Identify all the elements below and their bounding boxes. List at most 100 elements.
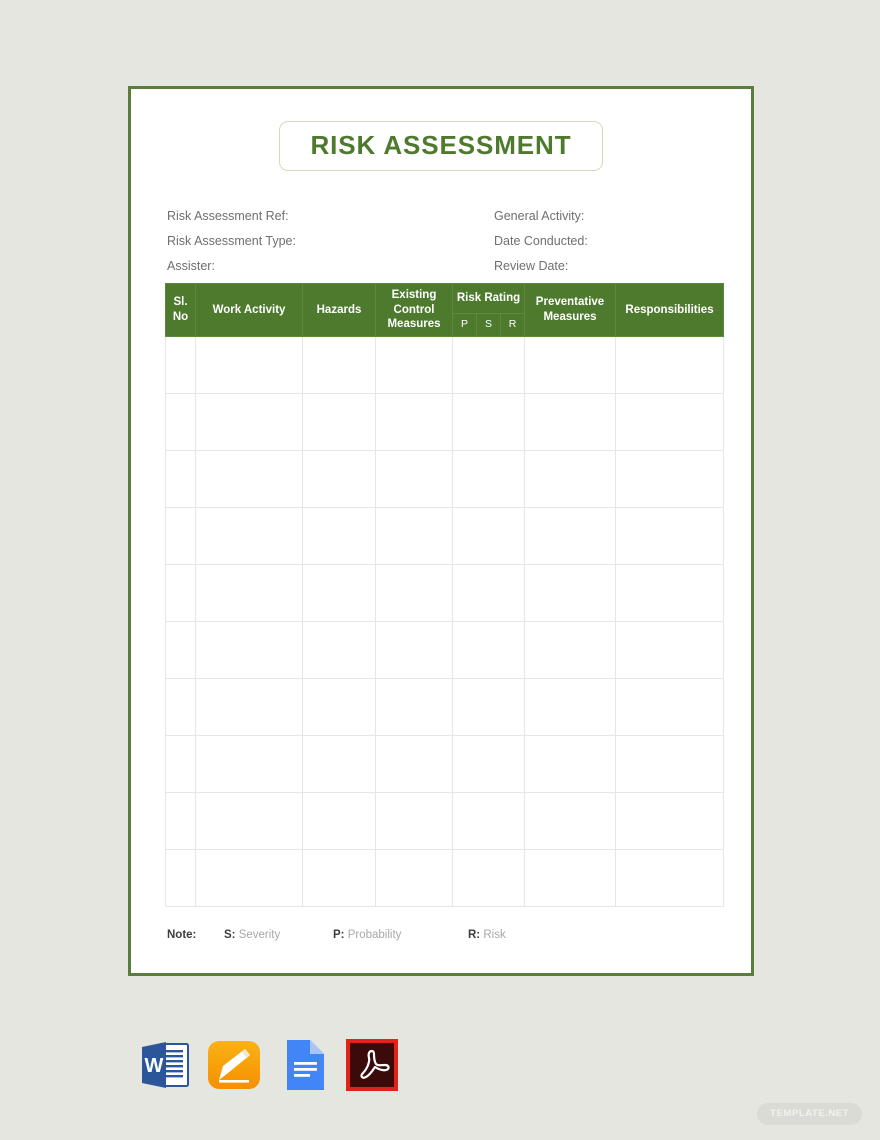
cell-existing-control-measures[interactable] xyxy=(375,393,453,452)
cell-sl-no[interactable] xyxy=(165,564,196,623)
cell-work-activity[interactable] xyxy=(195,393,303,452)
cell-risk-rating[interactable] xyxy=(452,621,525,680)
cell-preventative-measures[interactable] xyxy=(524,564,616,623)
cell-preventative-measures[interactable] xyxy=(524,450,616,509)
cell-responsibilities[interactable] xyxy=(615,735,724,794)
cell-preventative-measures[interactable] xyxy=(524,393,616,452)
cell-sl-no[interactable] xyxy=(165,450,196,509)
meta-column-left: Risk Assessment Ref: Risk Assessment Typ… xyxy=(167,204,296,279)
svg-text:W: W xyxy=(145,1055,164,1077)
note-value-probability: Probability xyxy=(347,929,402,941)
cell-existing-control-measures[interactable] xyxy=(375,792,453,851)
cell-responsibilities[interactable] xyxy=(615,849,724,908)
cell-hazards[interactable] xyxy=(302,735,376,794)
cell-existing-control-measures[interactable] xyxy=(375,564,453,623)
table-row xyxy=(165,621,724,680)
cell-sl-no[interactable] xyxy=(165,336,196,395)
cell-existing-control-measures[interactable] xyxy=(375,336,453,395)
cell-work-activity[interactable] xyxy=(195,507,303,566)
cell-existing-control-measures[interactable] xyxy=(375,507,453,566)
note-item-risk: R: Risk xyxy=(468,929,506,941)
cell-responsibilities[interactable] xyxy=(615,507,724,566)
cell-hazards[interactable] xyxy=(302,678,376,737)
cell-existing-control-measures[interactable] xyxy=(375,735,453,794)
cell-risk-rating[interactable] xyxy=(452,564,525,623)
note-label-group: Note: xyxy=(167,929,196,941)
table-row xyxy=(165,792,724,851)
cell-existing-control-measures[interactable] xyxy=(375,849,453,908)
col-header-preventative-measures: Preventative Measures xyxy=(524,282,616,338)
cell-hazards[interactable] xyxy=(302,336,376,395)
cell-responsibilities[interactable] xyxy=(615,792,724,851)
cell-sl-no[interactable] xyxy=(165,507,196,566)
note-key-severity: S: xyxy=(224,929,236,941)
col-header-risk-risk: R xyxy=(500,312,525,338)
col-header-risk-rating: Risk Rating xyxy=(452,283,525,314)
cell-work-activity[interactable] xyxy=(195,450,303,509)
cell-risk-rating[interactable] xyxy=(452,735,525,794)
cell-work-activity[interactable] xyxy=(195,336,303,395)
cell-sl-no[interactable] xyxy=(165,792,196,851)
meta-column-right: General Activity: Date Conducted: Review… xyxy=(494,204,588,279)
cell-existing-control-measures[interactable] xyxy=(375,621,453,680)
cell-sl-no[interactable] xyxy=(165,849,196,908)
cell-preventative-measures[interactable] xyxy=(524,678,616,737)
cell-risk-rating[interactable] xyxy=(452,336,525,395)
cell-responsibilities[interactable] xyxy=(615,450,724,509)
cell-risk-rating[interactable] xyxy=(452,678,525,737)
cell-preventative-measures[interactable] xyxy=(524,849,616,908)
ms-word-icon[interactable]: W xyxy=(136,1036,194,1094)
cell-preventative-measures[interactable] xyxy=(524,735,616,794)
field-assister: Assister: xyxy=(167,259,215,273)
cell-preventative-measures[interactable] xyxy=(524,336,616,395)
cell-risk-rating[interactable] xyxy=(452,450,525,509)
cell-responsibilities[interactable] xyxy=(615,621,724,680)
cell-existing-control-measures[interactable] xyxy=(375,678,453,737)
cell-existing-control-measures[interactable] xyxy=(375,450,453,509)
cell-risk-rating[interactable] xyxy=(452,393,525,452)
cell-risk-rating[interactable] xyxy=(452,849,525,908)
field-review-date: Review Date: xyxy=(494,259,569,273)
table-row xyxy=(165,450,724,509)
table-body xyxy=(165,336,724,908)
cell-preventative-measures[interactable] xyxy=(524,507,616,566)
cell-work-activity[interactable] xyxy=(195,621,303,680)
document-body: RISK ASSESSMENT Risk Assessment Ref: Ris… xyxy=(131,89,751,973)
note-item-probability: P: Probability xyxy=(333,929,401,941)
apple-pages-icon[interactable] xyxy=(205,1036,263,1094)
cell-responsibilities[interactable] xyxy=(615,336,724,395)
cell-work-activity[interactable] xyxy=(195,849,303,908)
cell-hazards[interactable] xyxy=(302,564,376,623)
cell-hazards[interactable] xyxy=(302,621,376,680)
cell-hazards[interactable] xyxy=(302,849,376,908)
table-row xyxy=(165,735,724,794)
cell-responsibilities[interactable] xyxy=(615,678,724,737)
cell-risk-rating[interactable] xyxy=(452,792,525,851)
cell-work-activity[interactable] xyxy=(195,564,303,623)
watermark-badge: TEMPLATE.NET xyxy=(757,1103,862,1125)
document-sheet: RISK ASSESSMENT Risk Assessment Ref: Ris… xyxy=(128,86,754,976)
table-header-row-main: Sl. No Work Activity Hazards Existing Co… xyxy=(165,282,724,338)
google-docs-icon[interactable] xyxy=(274,1036,332,1094)
pdf-icon[interactable] xyxy=(343,1036,401,1094)
cell-preventative-measures[interactable] xyxy=(524,621,616,680)
cell-hazards[interactable] xyxy=(302,450,376,509)
cell-preventative-measures[interactable] xyxy=(524,792,616,851)
cell-work-activity[interactable] xyxy=(195,735,303,794)
cell-sl-no[interactable] xyxy=(165,621,196,680)
table-row xyxy=(165,336,724,395)
cell-work-activity[interactable] xyxy=(195,678,303,737)
cell-hazards[interactable] xyxy=(302,792,376,851)
cell-work-activity[interactable] xyxy=(195,792,303,851)
cell-sl-no[interactable] xyxy=(165,678,196,737)
table-row xyxy=(165,564,724,623)
note-value-risk: Risk xyxy=(483,929,506,941)
col-header-work-activity: Work Activity xyxy=(195,282,303,338)
cell-sl-no[interactable] xyxy=(165,735,196,794)
cell-responsibilities[interactable] xyxy=(615,564,724,623)
cell-sl-no[interactable] xyxy=(165,393,196,452)
cell-risk-rating[interactable] xyxy=(452,507,525,566)
cell-hazards[interactable] xyxy=(302,507,376,566)
cell-responsibilities[interactable] xyxy=(615,393,724,452)
cell-hazards[interactable] xyxy=(302,393,376,452)
